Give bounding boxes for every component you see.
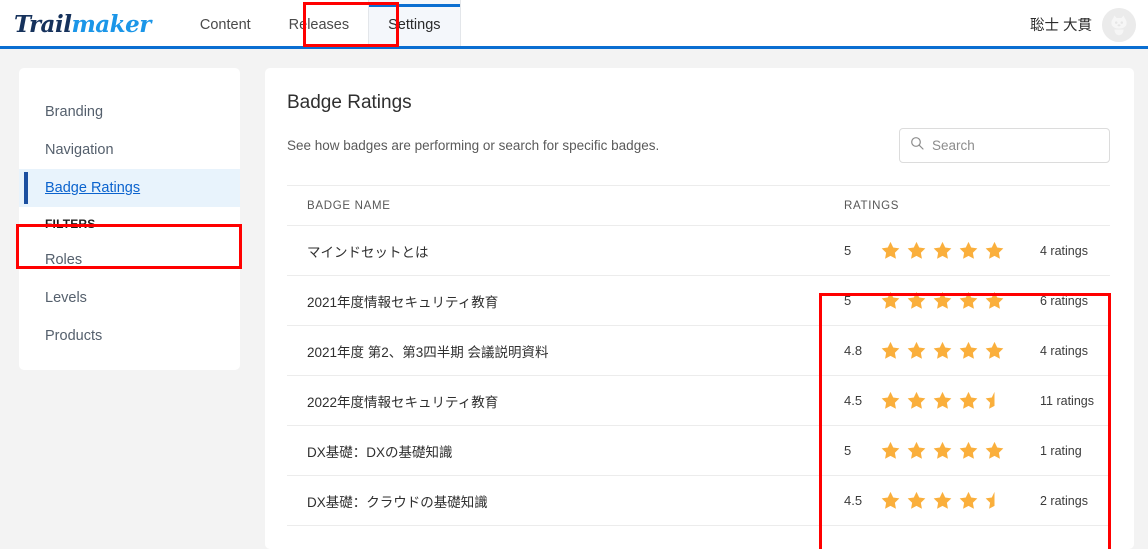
rating-score: 4.5: [844, 393, 863, 408]
table-body: マインドセットとは 5 4 ratings 2021年度情報セキュリティ教育 5 6 ra…: [287, 225, 1110, 526]
rating-score: 5: [844, 293, 852, 308]
badge-ratings-panel: Badge Ratings See how badges are perform…: [265, 68, 1134, 549]
rating-count-label: 2 ratings: [1040, 493, 1088, 508]
sidebar-item-navigation[interactable]: Navigation: [19, 131, 240, 169]
sidebar-item-levels[interactable]: Levels: [19, 279, 240, 317]
sidebar-item-branding[interactable]: Branding: [19, 93, 240, 131]
cell-ratings: 5 6 ratings: [824, 275, 1110, 326]
cell-badge-name: DX基礎：DXの基礎知識: [287, 425, 824, 476]
nav-tab-releases[interactable]: Releases: [270, 0, 368, 49]
cell-ratings: 5 1 rating: [824, 425, 1110, 476]
cell-ratings: 4.5 2 ratings: [824, 475, 1110, 526]
top-header: Trail maker Content Releases Settings 聡士 …: [0, 0, 1148, 49]
rating-count-label: 6 ratings: [1040, 293, 1088, 308]
cell-ratings: 4.5 11 ratings: [824, 375, 1110, 426]
table-row[interactable]: 2021年度情報セキュリティ教育 5 6 ratings: [287, 275, 1110, 326]
user-name-label: 聡士 大貫: [1029, 18, 1092, 34]
app-logo[interactable]: Trail maker: [0, 0, 159, 49]
page-body: Branding Navigation Badge Ratings FILTER…: [0, 49, 1148, 549]
cell-badge-name: マインドセットとは: [287, 225, 824, 276]
star-rating-icons: [880, 340, 1040, 361]
search-icon: [910, 136, 924, 155]
page-subtitle: See how badges are performing or search …: [287, 138, 660, 153]
table-row[interactable]: DX基礎：クラウドの基礎知識 4.5 2 ratings: [287, 475, 1110, 526]
search-input[interactable]: [932, 138, 1099, 153]
user-avatar-placeholder-icon[interactable]: [1102, 7, 1136, 42]
cell-badge-name: 2021年度情報セキュリティ教育: [287, 275, 824, 326]
rating-count-label: 11 ratings: [1040, 393, 1094, 408]
user-area[interactable]: 聡士 大貫: [1030, 0, 1148, 49]
main-navigation: Content Releases Settings: [181, 0, 461, 49]
column-header-badge-name: BADGE NAME: [287, 185, 824, 226]
table-header-row: BADGE NAME RATINGS: [287, 185, 1110, 226]
table-row[interactable]: 2022年度情報セキュリティ教育 4.5 11 ratings: [287, 375, 1110, 426]
cell-badge-name: 2022年度情報セキュリティ教育: [287, 375, 824, 426]
sidebar-item-roles[interactable]: Roles: [19, 241, 240, 279]
table-row[interactable]: DX基礎：DXの基礎知識 5 1 rating: [287, 425, 1110, 476]
page-title: Badge Ratings: [287, 92, 412, 113]
star-rating-icons: [880, 390, 1040, 411]
table-row[interactable]: マインドセットとは 5 4 ratings: [287, 225, 1110, 276]
rating-count-label: 4 ratings: [1040, 243, 1088, 258]
rating-count-label: 1 rating: [1040, 443, 1082, 458]
logo-text-primary: Trail: [14, 11, 72, 38]
nav-tab-settings[interactable]: Settings: [368, 0, 461, 49]
column-header-ratings: RATINGS: [824, 185, 1110, 226]
search-box[interactable]: [899, 128, 1110, 163]
star-rating-icons: [880, 490, 1040, 511]
star-rating-icons: [880, 440, 1040, 461]
rating-score: 5: [844, 443, 852, 458]
panel-subheader: See how badges are performing or search …: [287, 128, 1110, 163]
cell-badge-name: 2021年度 第2、第3四半期 会議説明資料: [287, 325, 824, 376]
rating-score: 4.8: [844, 343, 863, 358]
nav-tab-content[interactable]: Content: [181, 0, 270, 49]
sidebar-section-filters: FILTERS: [45, 217, 96, 231]
star-rating-icons: [880, 290, 1040, 311]
rating-score: 4.5: [844, 493, 863, 508]
badge-ratings-table: BADGE NAME RATINGS マインドセットとは 5 4 ratings 20…: [287, 185, 1110, 526]
settings-sidebar: Branding Navigation Badge Ratings FILTER…: [19, 68, 240, 370]
logo-text-secondary: maker: [71, 11, 151, 38]
cell-ratings: 4.8 4 ratings: [824, 325, 1110, 376]
cell-badge-name: DX基礎：クラウドの基礎知識: [287, 475, 824, 526]
star-rating-icons: [880, 240, 1040, 261]
cell-ratings: 5 4 ratings: [824, 225, 1110, 276]
rating-count-label: 4 ratings: [1040, 343, 1088, 358]
sidebar-item-products[interactable]: Products: [19, 317, 240, 355]
table-row[interactable]: 2021年度 第2、第3四半期 会議説明資料 4.8 4 ratings: [287, 325, 1110, 376]
rating-score: 5: [844, 243, 852, 258]
sidebar-item-badge-ratings[interactable]: Badge Ratings: [19, 169, 240, 207]
